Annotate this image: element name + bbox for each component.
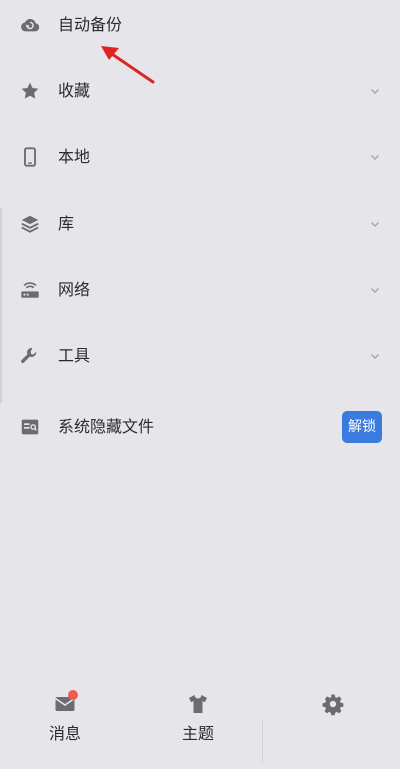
navigation-drawer: 自动备份 收藏 本地 库 网络 工具 系统隐藏文件 解锁 <box>0 0 400 680</box>
menu-item-local[interactable]: 本地 <box>0 129 400 185</box>
menu-item-label: 库 <box>58 214 75 233</box>
tab-divider <box>262 720 263 762</box>
menu-item-system-hidden-files[interactable]: 系统隐藏文件 解锁 <box>0 399 400 455</box>
menu-item-label: 工具 <box>58 346 91 365</box>
menu-item-auto-backup[interactable]: 自动备份 <box>0 0 400 53</box>
chevron-down-icon[interactable] <box>369 85 381 97</box>
chevron-down-icon[interactable] <box>369 151 381 163</box>
gear-icon <box>321 692 345 716</box>
chevron-down-icon[interactable] <box>369 218 381 230</box>
tab-label: 消息 <box>48 724 81 743</box>
menu-item-label: 自动备份 <box>58 15 123 34</box>
unlock-button[interactable]: 解锁 <box>342 411 382 443</box>
menu-item-library[interactable]: 库 <box>0 196 400 252</box>
tab-settings[interactable] <box>268 680 398 769</box>
tab-messages[interactable]: 消息 <box>0 680 130 769</box>
cloud-backup-icon <box>19 14 41 36</box>
wrench-icon <box>19 345 41 367</box>
bottom-navigation: 消息 主题 <box>0 680 400 769</box>
chevron-down-icon[interactable] <box>369 350 381 362</box>
notification-badge <box>68 690 78 700</box>
menu-item-tools[interactable]: 工具 <box>0 328 400 384</box>
menu-item-label: 收藏 <box>58 81 91 100</box>
tab-themes[interactable]: 主题 <box>133 680 263 769</box>
phone-icon <box>19 146 41 168</box>
layers-icon <box>19 213 41 235</box>
tab-label: 主题 <box>181 724 214 743</box>
chevron-down-icon[interactable] <box>369 284 381 296</box>
star-icon <box>19 80 41 102</box>
menu-item-label: 本地 <box>58 147 91 166</box>
hidden-file-icon <box>19 416 41 438</box>
menu-item-label: 系统隐藏文件 <box>58 417 155 436</box>
router-icon <box>19 279 41 301</box>
menu-item-label: 网络 <box>58 280 91 299</box>
menu-item-favorites[interactable]: 收藏 <box>0 63 400 119</box>
tshirt-icon <box>186 692 210 716</box>
menu-item-network[interactable]: 网络 <box>0 262 400 318</box>
